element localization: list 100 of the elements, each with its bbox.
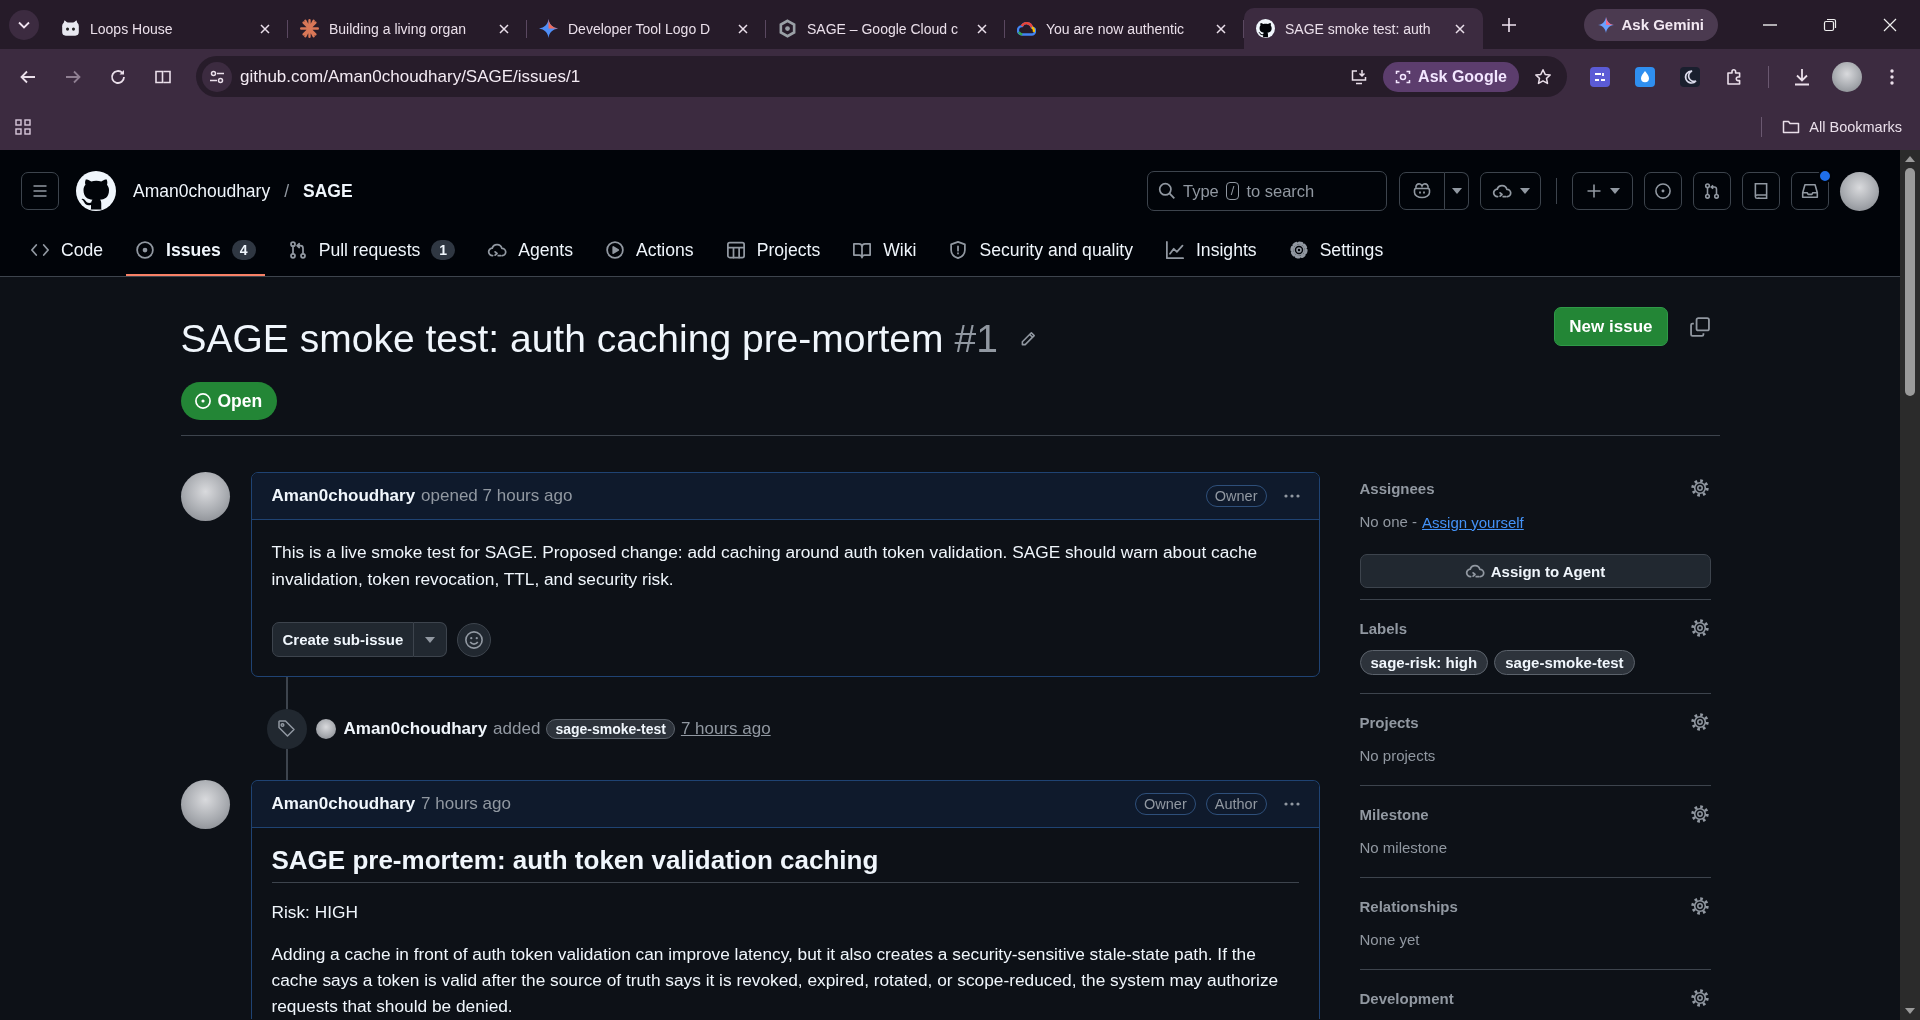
cloud-icon (1017, 19, 1036, 38)
url-text: github.com/Aman0choudhary/SAGE/issues/1 (240, 66, 581, 87)
table-icon (725, 240, 746, 260)
repo-tab[interactable]: Issues 4 (126, 226, 265, 276)
label-tag[interactable]: sage-risk: high (1359, 650, 1489, 675)
issue-title: SAGE smoke test: auth caching pre-mortem (180, 316, 944, 362)
create-new-button[interactable] (1572, 172, 1633, 210)
camera-lens-icon (1395, 68, 1412, 85)
robot-face-icon (1412, 181, 1432, 201)
browser-tab[interactable]: You are now authentic (1005, 8, 1244, 49)
tab-title: Building a living organ (329, 20, 467, 37)
tab-label: Projects (756, 239, 821, 261)
tab-label: Issues (166, 239, 221, 261)
tab-title: SAGE – Google Cloud c (807, 20, 959, 37)
close-icon (738, 23, 748, 34)
avatar[interactable] (180, 472, 230, 521)
repo-tab[interactable]: Wiki (843, 226, 926, 276)
copilot-button[interactable] (1399, 172, 1445, 210)
count-badge: 4 (231, 240, 256, 260)
issues-button[interactable] (1644, 172, 1682, 210)
repo-tab[interactable]: Security and quality (939, 226, 1142, 276)
repo-tab[interactable]: Agents (478, 226, 582, 276)
close-icon (260, 23, 270, 34)
copy-icon (1688, 316, 1711, 338)
browser-tab[interactable]: Loops House (49, 8, 288, 49)
ask-gemini-button[interactable]: Ask Gemini (1584, 8, 1718, 41)
sidebar-text: No projects (1359, 746, 1437, 766)
create-sub-issue-button[interactable]: Create sub-issue (271, 622, 415, 657)
menu-icon (32, 183, 48, 199)
repo-tab[interactable]: Insights (1156, 226, 1266, 276)
reaction-button[interactable] (457, 622, 492, 657)
scroll-down-icon[interactable] (1905, 1008, 1915, 1014)
label-tag[interactable]: sage-smoke-test (546, 719, 675, 739)
label-tag[interactable]: sage-smoke-test (1494, 650, 1635, 675)
close-icon (499, 23, 509, 34)
inbox-button[interactable] (1791, 172, 1829, 210)
grid-icon (15, 119, 31, 135)
comment-meta: opened 7 hours ago (421, 486, 573, 506)
chevron-down-icon (18, 20, 30, 29)
new-issue-button[interactable]: New issue (1554, 307, 1668, 346)
pull-request-icon (287, 240, 308, 260)
author-name[interactable]: Aman0choudhary (271, 794, 416, 814)
avatar[interactable] (315, 719, 336, 739)
close-icon (1216, 23, 1226, 34)
tab-title: Developer Tool Logo D (568, 20, 712, 37)
pull-requests-button[interactable] (1693, 172, 1731, 210)
repo-tab[interactable]: Code (21, 226, 113, 276)
ask-google-button[interactable]: Ask Google (1383, 61, 1519, 92)
assign-yourself-link[interactable]: Assign yourself (1422, 513, 1524, 531)
all-bookmarks-button[interactable]: All Bookmarks (1776, 111, 1908, 143)
dropdown-button[interactable] (1445, 172, 1469, 210)
avatar[interactable] (1840, 171, 1879, 211)
avatar[interactable] (180, 780, 230, 829)
sparkle-icon (539, 19, 558, 38)
repo-tab[interactable]: Pull requests 1 (278, 226, 465, 276)
tab-search-button[interactable] (9, 9, 39, 40)
close-icon (1455, 23, 1465, 34)
search-field[interactable]: Type / to search (1147, 171, 1387, 211)
avatar[interactable] (1832, 61, 1862, 92)
cat-logo-icon (76, 171, 116, 211)
timestamp-link[interactable]: 7 hours ago (680, 719, 771, 739)
tab-label: Agents (518, 239, 573, 261)
graph-icon (1165, 240, 1185, 260)
browser-tab[interactable]: SAGE smoke test: auth (1244, 8, 1483, 49)
count-badge: 1 (431, 240, 456, 260)
sunburst-icon (300, 19, 319, 38)
drop-tile-icon (1635, 66, 1655, 87)
scrollbar[interactable] (1900, 150, 1920, 1020)
browser-tab[interactable]: Developer Tool Logo D (527, 8, 766, 49)
repo-tab[interactable]: Settings (1279, 226, 1393, 276)
author-name[interactable]: Aman0choudhary (343, 719, 488, 739)
repo-link[interactable]: SAGE (303, 180, 353, 202)
minimize-icon (1763, 23, 1777, 26)
address-bar[interactable]: github.com/Aman0choudhary/SAGE/issues/1 Ask Google (196, 56, 1567, 97)
owner-link[interactable]: Aman0choudhary (133, 180, 271, 202)
site-info-button[interactable] (202, 61, 232, 92)
event-verb: added (493, 719, 541, 739)
scrollbar-thumb[interactable] (1905, 168, 1915, 396)
repositories-button[interactable] (1742, 172, 1780, 210)
menu-button[interactable] (21, 172, 59, 210)
dropdown-button[interactable] (414, 622, 448, 657)
tab-title: Loops House (90, 20, 174, 37)
gear-icon (1689, 618, 1710, 638)
sliders-icon (209, 68, 225, 85)
browser-tab[interactable]: SAGE – Google Cloud c (766, 8, 1005, 49)
gear-icon (1689, 804, 1710, 824)
shield-icon (948, 240, 969, 260)
author-name[interactable]: Aman0choudhary (271, 486, 416, 506)
book-icon (1752, 182, 1770, 200)
issue-icon (135, 240, 156, 260)
browser-tab[interactable]: Building a living organ (288, 8, 527, 49)
comment-text: Risk: HIGH (271, 901, 359, 924)
gear-icon (1689, 988, 1710, 1008)
caret-icon (1451, 188, 1462, 194)
repo-tab[interactable]: Projects (716, 226, 830, 276)
repo-tab[interactable]: Actions (595, 226, 703, 276)
scroll-up-icon[interactable] (1905, 156, 1915, 162)
agents-button[interactable] (1480, 172, 1541, 210)
assign-to-agent-button[interactable]: Assign to Agent (1359, 554, 1711, 588)
restore-icon (1823, 17, 1837, 32)
